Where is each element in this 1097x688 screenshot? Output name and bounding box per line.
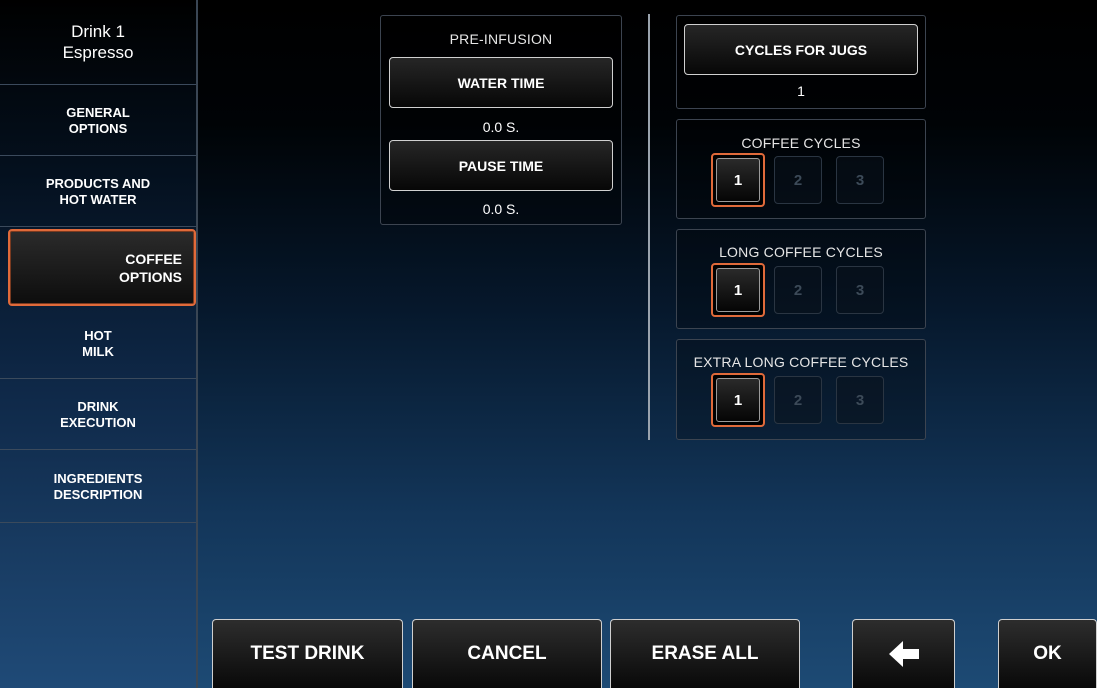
- sidebar-item-coffee-options[interactable]: COFFEE OPTIONS: [8, 229, 196, 306]
- cycles-for-jugs-value: 1: [797, 83, 805, 99]
- preinfusion-title: PRE-INFUSION: [449, 31, 553, 47]
- coffee-cycles-title: COFFEE CYCLES: [741, 135, 861, 151]
- coffee-cycles-option-1[interactable]: 1: [711, 153, 765, 207]
- extra-long-coffee-cycles-title: EXTRA LONG COFFEE CYCLES: [693, 354, 909, 370]
- sidebar-item-ingredients-description[interactable]: INGREDIENTS DESCRIPTION: [0, 451, 196, 523]
- extra-long-coffee-cycles-option-2[interactable]: 2: [774, 376, 822, 424]
- sidebar-item-label: INGREDIENTS: [53, 470, 143, 486]
- sidebar-item-hot-milk[interactable]: HOT MILK: [0, 309, 196, 379]
- extra-long-coffee-cycles-option-1[interactable]: 1: [711, 373, 765, 427]
- sidebar-item-drink-execution[interactable]: DRINK EXECUTION: [0, 380, 196, 450]
- vertical-divider: [648, 14, 650, 440]
- erase-all-button[interactable]: ERASE ALL: [610, 619, 800, 688]
- sidebar-item-products-hot-water[interactable]: PRODUCTS AND HOT WATER: [0, 157, 196, 227]
- drink-number: Drink 1: [71, 22, 125, 41]
- pause-time-value: 0.0 S.: [482, 201, 520, 217]
- ok-button[interactable]: OK: [998, 619, 1097, 688]
- coffee-cycles-option-2[interactable]: 2: [774, 156, 822, 204]
- sidebar-item-label: OPTIONS: [118, 268, 182, 285]
- sidebar-item-label: EXECUTION: [60, 414, 136, 430]
- sidebar: Drink 1 Espresso GENERAL OPTIONS PRODUCT…: [0, 0, 198, 688]
- sidebar-item-label: DESCRIPTION: [53, 486, 143, 502]
- jugs-panel: CYCLES FOR JUGS 1: [676, 15, 926, 109]
- arrow-left-icon: [888, 641, 919, 667]
- water-time-value: 0.0 S.: [482, 119, 520, 135]
- extra-long-coffee-cycles-option-3[interactable]: 3: [836, 376, 884, 424]
- test-drink-button[interactable]: TEST DRINK: [212, 619, 403, 688]
- long-coffee-cycles-option-1[interactable]: 1: [711, 263, 765, 317]
- sidebar-item-label: MILK: [82, 343, 114, 359]
- sidebar-item-general-options[interactable]: GENERAL OPTIONS: [0, 86, 196, 156]
- extra-long-coffee-cycles-panel: EXTRA LONG COFFEE CYCLES 1 2 3: [676, 339, 926, 440]
- long-coffee-cycles-title: LONG COFFEE CYCLES: [719, 244, 883, 260]
- drink-header: Drink 1 Espresso: [0, 0, 196, 85]
- pause-time-button[interactable]: PAUSE TIME: [389, 140, 613, 191]
- back-button[interactable]: [852, 619, 955, 688]
- long-coffee-cycles-panel: LONG COFFEE CYCLES 1 2 3: [676, 229, 926, 329]
- cycles-for-jugs-button[interactable]: CYCLES FOR JUGS: [684, 24, 918, 75]
- long-coffee-cycles-option-3[interactable]: 3: [836, 266, 884, 314]
- sidebar-item-label: HOT: [84, 327, 112, 343]
- coffee-cycles-panel: COFFEE CYCLES 1 2 3: [676, 119, 926, 219]
- water-time-button[interactable]: WATER TIME: [389, 57, 613, 108]
- sidebar-item-label: OPTIONS: [68, 120, 128, 136]
- sidebar-item-label: HOT WATER: [59, 191, 137, 207]
- drink-name: Espresso: [62, 43, 134, 62]
- coffee-cycles-option-3[interactable]: 3: [836, 156, 884, 204]
- cancel-button[interactable]: CANCEL: [412, 619, 602, 688]
- sidebar-item-label: GENERAL: [66, 104, 130, 120]
- sidebar-item-label: COFFEE: [125, 250, 182, 267]
- long-coffee-cycles-option-2[interactable]: 2: [774, 266, 822, 314]
- preinfusion-panel: PRE-INFUSION WATER TIME 0.0 S. PAUSE TIM…: [380, 15, 622, 225]
- sidebar-item-label: DRINK: [77, 398, 119, 414]
- sidebar-item-label: PRODUCTS AND: [45, 175, 151, 191]
